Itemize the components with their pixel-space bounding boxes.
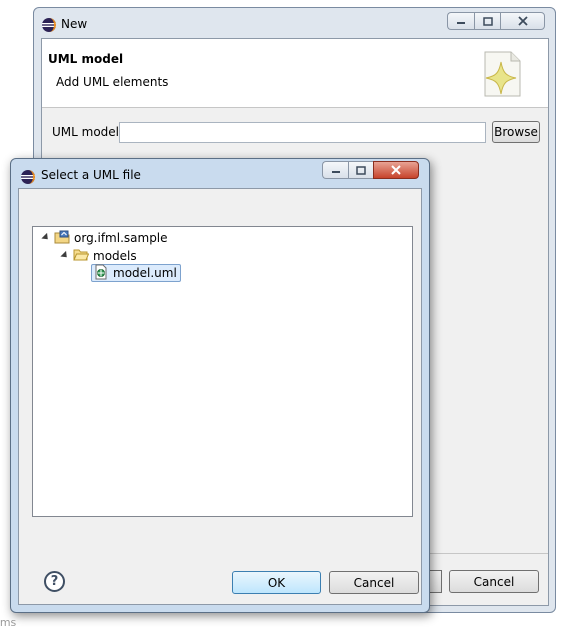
maximize-icon: [356, 165, 366, 175]
tree-item-label: org.ifml.sample: [74, 231, 168, 245]
project-icon: [54, 230, 70, 247]
tree-item-label: model.uml: [113, 266, 177, 280]
close-icon: [517, 16, 528, 26]
expand-arrow-icon[interactable]: [60, 250, 70, 261]
new-window-titlebar[interactable]: New: [34, 8, 555, 38]
wizard-banner-description: Add UML elements: [56, 75, 169, 89]
close-icon: [391, 165, 401, 175]
file-tree[interactable]: org.ifml.sample models model.uml: [32, 226, 413, 517]
close-button[interactable]: [373, 161, 419, 179]
minimize-button[interactable]: [447, 12, 474, 30]
folder-icon: [73, 248, 90, 265]
tree-item-file[interactable]: model.uml: [91, 264, 181, 282]
browse-button[interactable]: Browse: [492, 121, 540, 143]
ok-button[interactable]: OK: [232, 571, 321, 594]
tree-item-folder[interactable]: models: [60, 247, 137, 265]
dialog-client: org.ifml.sample models model.uml ? OK Ca…: [18, 188, 422, 605]
minimize-icon: [457, 22, 465, 24]
partial-background-text: lems: [0, 616, 17, 629]
cancel-button[interactable]: Cancel: [329, 571, 419, 594]
uml-model-input[interactable]: [119, 122, 486, 143]
select-uml-file-dialog: Select a UML file org.ifml.sample models…: [10, 158, 430, 613]
minimize-button[interactable]: [322, 161, 348, 179]
uml-model-label: UML model: [52, 125, 120, 139]
tree-item-label: models: [93, 249, 137, 263]
dialog-title: Select a UML file: [41, 168, 141, 182]
dialog-window-controls: [322, 161, 419, 179]
eclipse-icon: [20, 169, 36, 188]
close-button[interactable]: [500, 12, 545, 30]
wizard-banner: UML model Add UML elements: [42, 39, 548, 108]
wizard-cancel-button[interactable]: Cancel: [449, 570, 539, 593]
wizard-banner-title: UML model: [48, 52, 124, 66]
new-window-title: New: [61, 17, 88, 31]
help-icon[interactable]: ?: [44, 571, 65, 592]
tree-item-project[interactable]: org.ifml.sample: [41, 229, 168, 247]
maximize-button[interactable]: [474, 12, 500, 30]
eclipse-icon: [41, 17, 57, 36]
uml-file-icon: [93, 264, 109, 283]
expand-arrow-icon[interactable]: [41, 232, 51, 243]
maximize-button[interactable]: [348, 161, 373, 179]
maximize-icon: [482, 16, 493, 26]
minimize-icon: [331, 171, 340, 173]
new-window-controls: [447, 12, 545, 30]
wizard-sparkle-icon: [480, 48, 524, 103]
